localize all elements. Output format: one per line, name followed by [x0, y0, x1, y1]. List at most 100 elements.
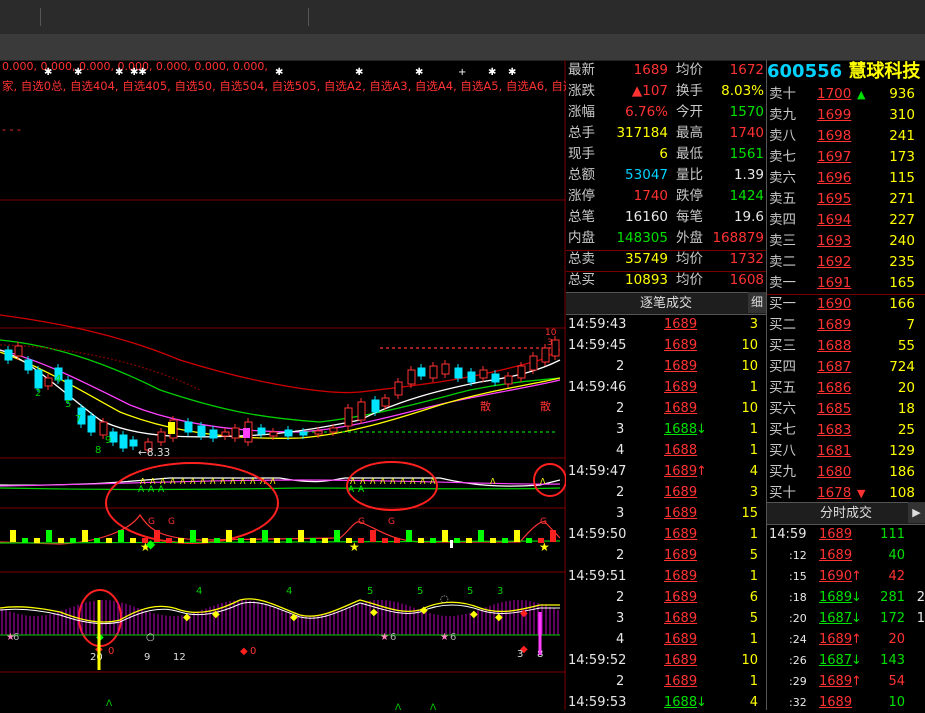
signal-marker: Λ: [370, 477, 376, 486]
orderbook-volume: 55: [897, 338, 915, 354]
orderbook-volume: 240: [889, 233, 915, 249]
trade-price: 1688: [664, 422, 698, 437]
minute-trade-row: :20 1687 ↓ 172 1: [767, 608, 925, 629]
trade-volume: 1: [749, 569, 758, 584]
trade-row: 2 1689 10: [566, 356, 766, 377]
minute-time: :29: [789, 675, 807, 688]
trade-list-header[interactable]: 逐笔成交: [566, 292, 766, 315]
bid-row[interactable]: 买一 1690 166: [767, 294, 925, 315]
orderbook-price: 1699: [817, 107, 852, 123]
orderbook-label: 卖十: [769, 86, 796, 102]
bid-row[interactable]: 买二 1689 7: [767, 315, 925, 336]
quote-value: 6.76%: [625, 104, 668, 120]
orderbook-volume: 173: [889, 149, 915, 165]
sell-markers: 散 散: [480, 399, 551, 413]
secondary-toolbar: [0, 34, 925, 61]
bid-row[interactable]: 买七 1683 25: [767, 420, 925, 441]
bid-row[interactable]: 买五 1686 20: [767, 378, 925, 399]
ask-row[interactable]: 卖五 1695 271: [767, 189, 925, 210]
bid-row[interactable]: 买九 1680 186: [767, 462, 925, 483]
minute-trades-header[interactable]: 分时成交: [767, 502, 925, 525]
svg-text:Λ: Λ: [106, 699, 113, 709]
candle-body: [157, 431, 166, 443]
quote-row: 涨停 1740 跌停 1424: [566, 186, 766, 207]
trade-row: 14:59:51 1689 1: [566, 566, 766, 587]
trade-volume: 10: [741, 401, 758, 416]
bid-row[interactable]: 买四 1687 724: [767, 357, 925, 378]
trade-row: 4 1688 1: [566, 440, 766, 461]
histogram-bar: [430, 538, 436, 543]
quote-row: 现手 6 最低 1561: [566, 144, 766, 165]
orderbook-volume: 241: [889, 128, 915, 144]
svg-text:0: 0: [250, 646, 256, 657]
quote-label: 总额: [568, 167, 595, 183]
bid-row[interactable]: 买三 1688 55: [767, 336, 925, 357]
ask-row[interactable]: 卖八 1698 241: [767, 126, 925, 147]
signal-marker: Λ: [420, 477, 426, 486]
orderbook-volume: 115: [889, 170, 915, 186]
orderbook-price: 1680: [817, 464, 852, 480]
histogram-bar: [454, 538, 460, 543]
svg-text:3: 3: [517, 649, 523, 660]
svg-text:Λ: Λ: [430, 703, 437, 710]
minute-volume: 40: [888, 548, 905, 563]
ask-row[interactable]: 卖六 1696 115: [767, 168, 925, 189]
svg-text:◌: ◌: [440, 594, 449, 605]
g-markers: GGGGG: [148, 517, 547, 527]
svg-text:◆: ◆: [470, 609, 478, 620]
bid-row[interactable]: 买八 1681 129: [767, 441, 925, 462]
bid-row[interactable]: 买十 1678 ▼ 108: [767, 483, 925, 504]
detail-toggle-button[interactable]: 细: [748, 292, 766, 313]
histogram-bar: [322, 538, 328, 543]
trade-volume: 3: [749, 317, 758, 332]
quote-separator: [566, 271, 766, 272]
trade-price: 1689: [664, 674, 698, 689]
quote-value: 19.6: [733, 209, 764, 225]
svg-text:G: G: [358, 517, 365, 527]
orderbook-price: 1700: [817, 86, 852, 102]
histogram-bar: [214, 538, 220, 543]
ask-row[interactable]: 卖七 1697 173: [767, 147, 925, 168]
quote-row: 总买 10893 均价 1608: [566, 270, 766, 291]
candle-body: [407, 369, 416, 385]
quote-label: 换手: [676, 83, 703, 99]
candle-body: [441, 363, 450, 375]
ma-yellow-line: [0, 351, 561, 439]
quote-label: 今开: [676, 104, 703, 120]
orderbook-volume: 936: [889, 86, 915, 102]
trade-price: 1689: [664, 464, 698, 479]
ask-row[interactable]: 卖二 1692 235: [767, 252, 925, 273]
minute-time: :15: [789, 570, 807, 583]
ask-row[interactable]: 卖十 1700 ▲ 936: [767, 84, 925, 105]
svg-text:◆: ◆: [495, 612, 503, 623]
orderbook-price: 1696: [817, 170, 852, 186]
svg-text:6: 6: [390, 632, 396, 643]
trade-time: 14:59:47: [568, 464, 627, 479]
signal-marker: A: [138, 485, 145, 495]
histogram-bar: [106, 538, 112, 543]
histogram-bar: [526, 538, 532, 543]
histogram-bar: [334, 530, 340, 542]
trade-price: 1689: [664, 632, 698, 647]
orderbook-label: 卖二: [769, 254, 796, 270]
ask-row[interactable]: 卖一 1691 165: [767, 273, 925, 294]
svg-text:◆: ◆: [240, 646, 248, 657]
svg-text:✱: ✱: [275, 67, 283, 78]
kline-chart[interactable]: 0.000, 0.000, 0.000, 0.000, 0.000, 0.000…: [0, 60, 566, 710]
orderbook-price: 1695: [817, 191, 852, 207]
ask-row[interactable]: 卖三 1693 240: [767, 231, 925, 252]
quote-label: 跌停: [676, 188, 703, 204]
histogram-bar: [394, 538, 400, 543]
quote-label: 均价: [676, 62, 703, 78]
histogram-bar: [298, 530, 304, 542]
minute-trade-row: :15 1690 ↑ 42: [767, 566, 925, 587]
svg-text:✱: ✱: [74, 67, 82, 78]
bid-row[interactable]: 买六 1685 18: [767, 399, 925, 420]
quote-value: 1740: [633, 188, 668, 204]
chevron-right-icon[interactable]: ▶: [908, 502, 925, 523]
svg-text:5: 5: [417, 586, 423, 597]
ask-row[interactable]: 卖四 1694 227: [767, 210, 925, 231]
ask-row[interactable]: 卖九 1699 310: [767, 105, 925, 126]
quote-label: 最低: [676, 146, 703, 162]
trade-price: 1689: [664, 569, 698, 584]
